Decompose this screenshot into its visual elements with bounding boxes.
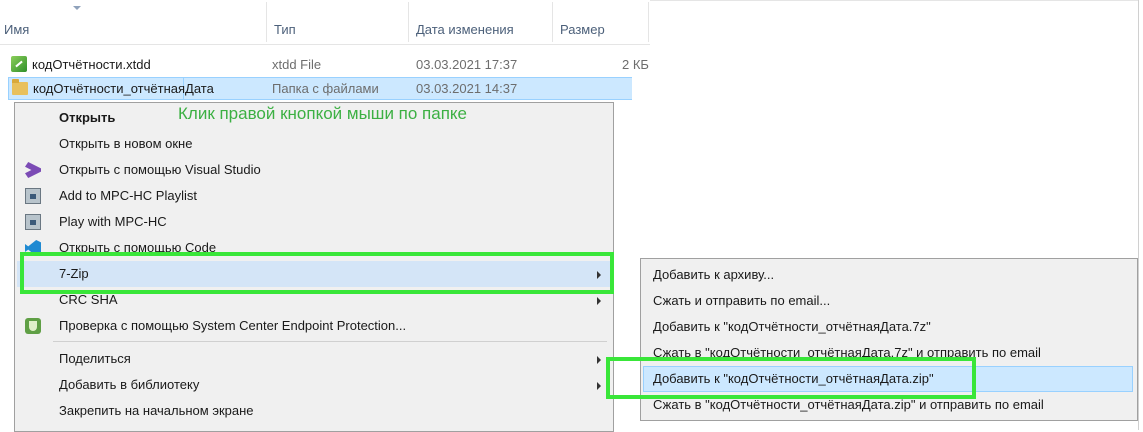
folder-icon [12,79,28,95]
column-header: Имя Тип Дата изменения Размер [0,0,650,45]
submenu-arrow-icon [597,271,601,279]
menu-item-label: CRC SHA [59,292,118,307]
menu-item-crc-sha[interactable]: CRC SHA [17,287,611,313]
submenu-arrow-icon [597,297,601,305]
column-divider[interactable] [266,2,267,42]
mpc-hc-icon [25,188,41,204]
menu-item-label: Проверка с помощью System Center Endpoin… [59,318,407,333]
endpoint-protection-icon [25,318,41,334]
column-divider[interactable] [552,2,553,42]
annotation-text: Клик правой кнопкой мыши по папке [178,104,467,123]
menu-item-label: Открыть с помощью Visual Studio [59,162,261,177]
column-type[interactable]: Тип [274,22,296,37]
menu-item-label: Открыть [59,110,116,125]
visual-studio-icon [25,162,41,178]
menu-separator [53,341,607,342]
menu-item-7zip[interactable]: 7-Zip [17,261,611,287]
vscode-icon [25,240,41,256]
menu-item-label: Открыть в новом окне [59,136,193,151]
file-type: Папка с файлами [272,81,379,96]
menu-item-endpoint-scan[interactable]: Проверка с помощью System Center Endpoin… [17,313,611,339]
menu-item-label: Добавить в библиотеку [59,377,200,392]
submenu-item-add-to-archive[interactable]: Добавить к архиву... [643,262,1133,288]
submenu-item-compress-zip-email[interactable]: Сжать в "кодОтчётности_отчётнаяДата.zip"… [643,392,1133,418]
column-name[interactable]: Имя [4,22,29,37]
sort-caret-icon [73,6,81,10]
window-top-border [650,0,1138,1]
submenu-item-label: Сжать в "кодОтчётности_отчётнаяДата.7z" … [653,345,1041,360]
file-name: кодОтчётности.xtdd [32,57,151,72]
submenu-item-add-zip[interactable]: Добавить к "кодОтчётности_отчётнаяДата.z… [643,366,1133,392]
window-right-border [1138,0,1139,430]
7zip-submenu: Добавить к архиву... Сжать и отправить п… [640,258,1138,421]
menu-item-label: Поделиться [59,351,131,366]
file-row-folder[interactable]: кодОтчётности_отчётнаяДата [8,77,214,100]
submenu-item-compress-email[interactable]: Сжать и отправить по email... [643,288,1133,314]
file-name: кодОтчётности_отчётнаяДата [33,81,214,96]
menu-item-label: Add to MPC-HC Playlist [59,188,197,203]
submenu-arrow-icon [597,356,601,364]
file-size: 2 КБ [622,57,649,72]
submenu-item-label: Сжать в "кодОтчётности_отчётнаяДата.zip"… [653,397,1044,412]
menu-item-open-code[interactable]: Открыть с помощью Code [17,235,611,261]
file-type: xtdd File [272,57,322,72]
context-menu: Открыть Открыть в новом окне Открыть с п… [14,102,614,432]
column-date[interactable]: Дата изменения [416,22,514,37]
menu-item-share[interactable]: Поделиться [17,346,611,372]
menu-item-add-to-library[interactable]: Добавить в библиотеку [17,372,611,398]
menu-item-mpc-play[interactable]: Play with MPC-HC [17,209,611,235]
file-row-xtdd[interactable]: кодОтчётности.xtdd xtdd File 03.03.2021 … [8,53,649,76]
submenu-item-add-7z[interactable]: Добавить к "кодОтчётности_отчётнаяДата.7… [643,314,1133,340]
menu-item-pin-to-start[interactable]: Закрепить на начальном экране [17,398,611,424]
submenu-item-label: Добавить к архиву... [653,267,775,282]
file-date: 03.03.2021 14:37 [416,81,518,96]
menu-item-open-new-window[interactable]: Открыть в новом окне [17,131,611,157]
file-date: 03.03.2021 17:37 [416,57,518,72]
submenu-arrow-icon [597,382,601,390]
submenu-item-label: Сжать и отправить по email... [653,293,831,308]
xtdd-file-icon [11,56,27,72]
menu-item-open-visual-studio[interactable]: Открыть с помощью Visual Studio [17,157,611,183]
file-row-selected-highlight [176,77,632,100]
mpc-hc-icon [25,214,41,230]
menu-item-label: Play with MPC-HC [59,214,167,229]
menu-item-mpc-playlist[interactable]: Add to MPC-HC Playlist [17,183,611,209]
column-divider[interactable] [648,2,649,42]
column-divider[interactable] [408,2,409,42]
submenu-item-label: Добавить к "кодОтчётности_отчётнаяДата.z… [653,371,934,386]
submenu-item-compress-7z-email[interactable]: Сжать в "кодОтчётности_отчётнаяДата.7z" … [643,340,1133,366]
column-size[interactable]: Размер [560,22,605,37]
menu-item-label: Закрепить на начальном экране [59,403,254,418]
menu-item-label: 7-Zip [59,266,89,281]
submenu-item-label: Добавить к "кодОтчётности_отчётнаяДата.7… [653,319,931,334]
menu-item-label: Открыть с помощью Code [59,240,217,255]
